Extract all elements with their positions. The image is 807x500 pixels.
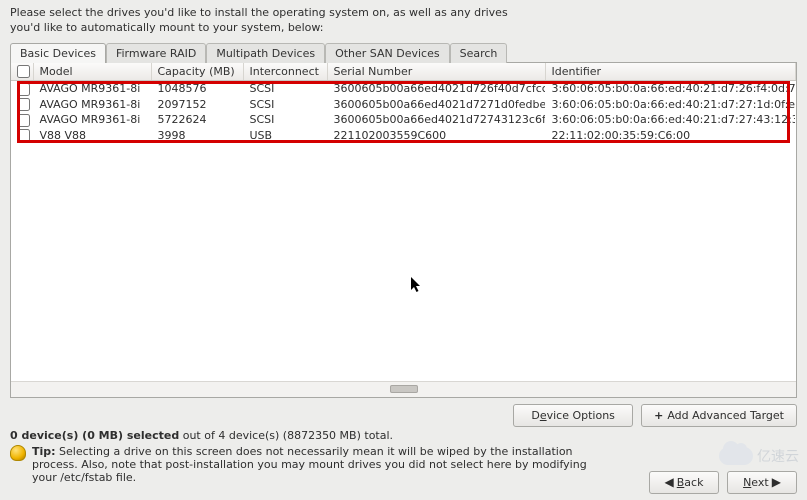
cell-model: AVAGO MR9361-8i: [33, 97, 151, 113]
tip-text: Tip: Selecting a drive on this screen do…: [10, 442, 610, 484]
col-serial[interactable]: Serial Number: [327, 63, 545, 81]
watermark: 亿速云: [719, 446, 799, 466]
cell-interconnect: SCSI: [243, 97, 327, 113]
next-button[interactable]: Next▶: [727, 471, 797, 494]
tab-basic-devices[interactable]: Basic Devices: [10, 43, 106, 63]
col-capacity[interactable]: Capacity (MB): [151, 63, 243, 81]
drive-table: Model Capacity (MB) Interconnect Serial …: [11, 63, 796, 144]
col-model[interactable]: Model: [33, 63, 151, 81]
cell-model: AVAGO MR9361-8i: [33, 112, 151, 128]
cell-capacity: 2097152: [151, 97, 243, 113]
cell-serial: 3600605b00a66ed4021d72743123c6fd8: [327, 112, 545, 128]
col-interconnect[interactable]: Interconnect: [243, 63, 327, 81]
lightbulb-icon: [10, 445, 26, 461]
instructions-text: Please select the drives you'd like to i…: [10, 6, 530, 36]
arrow-right-icon: ▶: [769, 475, 781, 489]
plus-icon: +: [654, 409, 667, 422]
table-row[interactable]: AVAGO MR9361-8i 5722624 SCSI 3600605b00a…: [11, 112, 796, 128]
cell-model: AVAGO MR9361-8i: [33, 81, 151, 97]
table-row[interactable]: AVAGO MR9361-8i 2097152 SCSI 3600605b00a…: [11, 97, 796, 113]
cell-capacity: 5722624: [151, 112, 243, 128]
selection-status: 0 device(s) (0 MB) selected out of 4 dev…: [10, 429, 797, 442]
back-button[interactable]: ◀Back: [649, 471, 719, 494]
arrow-left-icon: ◀: [665, 475, 677, 489]
add-advanced-target-button[interactable]: +Add Advanced Target: [641, 404, 797, 427]
row-checkbox[interactable]: [17, 114, 30, 127]
row-checkbox[interactable]: [17, 83, 30, 96]
cell-interconnect: USB: [243, 128, 327, 144]
tab-firmware-raid[interactable]: Firmware RAID: [106, 43, 206, 63]
cell-capacity: 1048576: [151, 81, 243, 97]
cell-interconnect: SCSI: [243, 81, 327, 97]
col-identifier[interactable]: Identifier: [545, 63, 796, 81]
device-tabs: Basic Devices Firmware RAID Multipath De…: [10, 43, 797, 63]
cell-interconnect: SCSI: [243, 112, 327, 128]
cloud-icon: [719, 447, 753, 465]
row-checkbox[interactable]: [17, 98, 30, 111]
horizontal-scrollbar[interactable]: [11, 381, 796, 397]
select-all-checkbox[interactable]: [17, 65, 30, 78]
device-options-button[interactable]: Device Options: [513, 404, 633, 427]
cell-identifier: 22:11:02:00:35:59:C6:00: [545, 128, 796, 144]
cell-serial: 3600605b00a66ed4021d726f40d7cfccd: [327, 81, 545, 97]
cell-identifier: 3:60:06:05:b0:0a:66:ed:40:21:d7:27:43:12…: [545, 112, 796, 128]
cell-identifier: 3:60:06:05:b0:0a:66:ed:40:21:d7:26:f4:0d…: [545, 81, 796, 97]
table-header-row: Model Capacity (MB) Interconnect Serial …: [11, 63, 796, 81]
cell-identifier: 3:60:06:05:b0:0a:66:ed:40:21:d7:27:1d:0f…: [545, 97, 796, 113]
table-row[interactable]: V88 V88 3998 USB 221102003559C600 22:11:…: [11, 128, 796, 144]
table-row[interactable]: AVAGO MR9361-8i 1048576 SCSI 3600605b00a…: [11, 81, 796, 97]
row-checkbox[interactable]: [17, 129, 30, 142]
cell-model: V88 V88: [33, 128, 151, 144]
tab-multipath-devices[interactable]: Multipath Devices: [206, 43, 325, 63]
tab-search[interactable]: Search: [450, 43, 508, 63]
tab-other-san-devices[interactable]: Other SAN Devices: [325, 43, 450, 63]
drive-list-panel: Model Capacity (MB) Interconnect Serial …: [10, 62, 797, 398]
col-checkbox[interactable]: [11, 63, 33, 81]
cell-capacity: 3998: [151, 128, 243, 144]
cell-serial: 3600605b00a66ed4021d7271d0fedbec1: [327, 97, 545, 113]
cell-serial: 221102003559C600: [327, 128, 545, 144]
